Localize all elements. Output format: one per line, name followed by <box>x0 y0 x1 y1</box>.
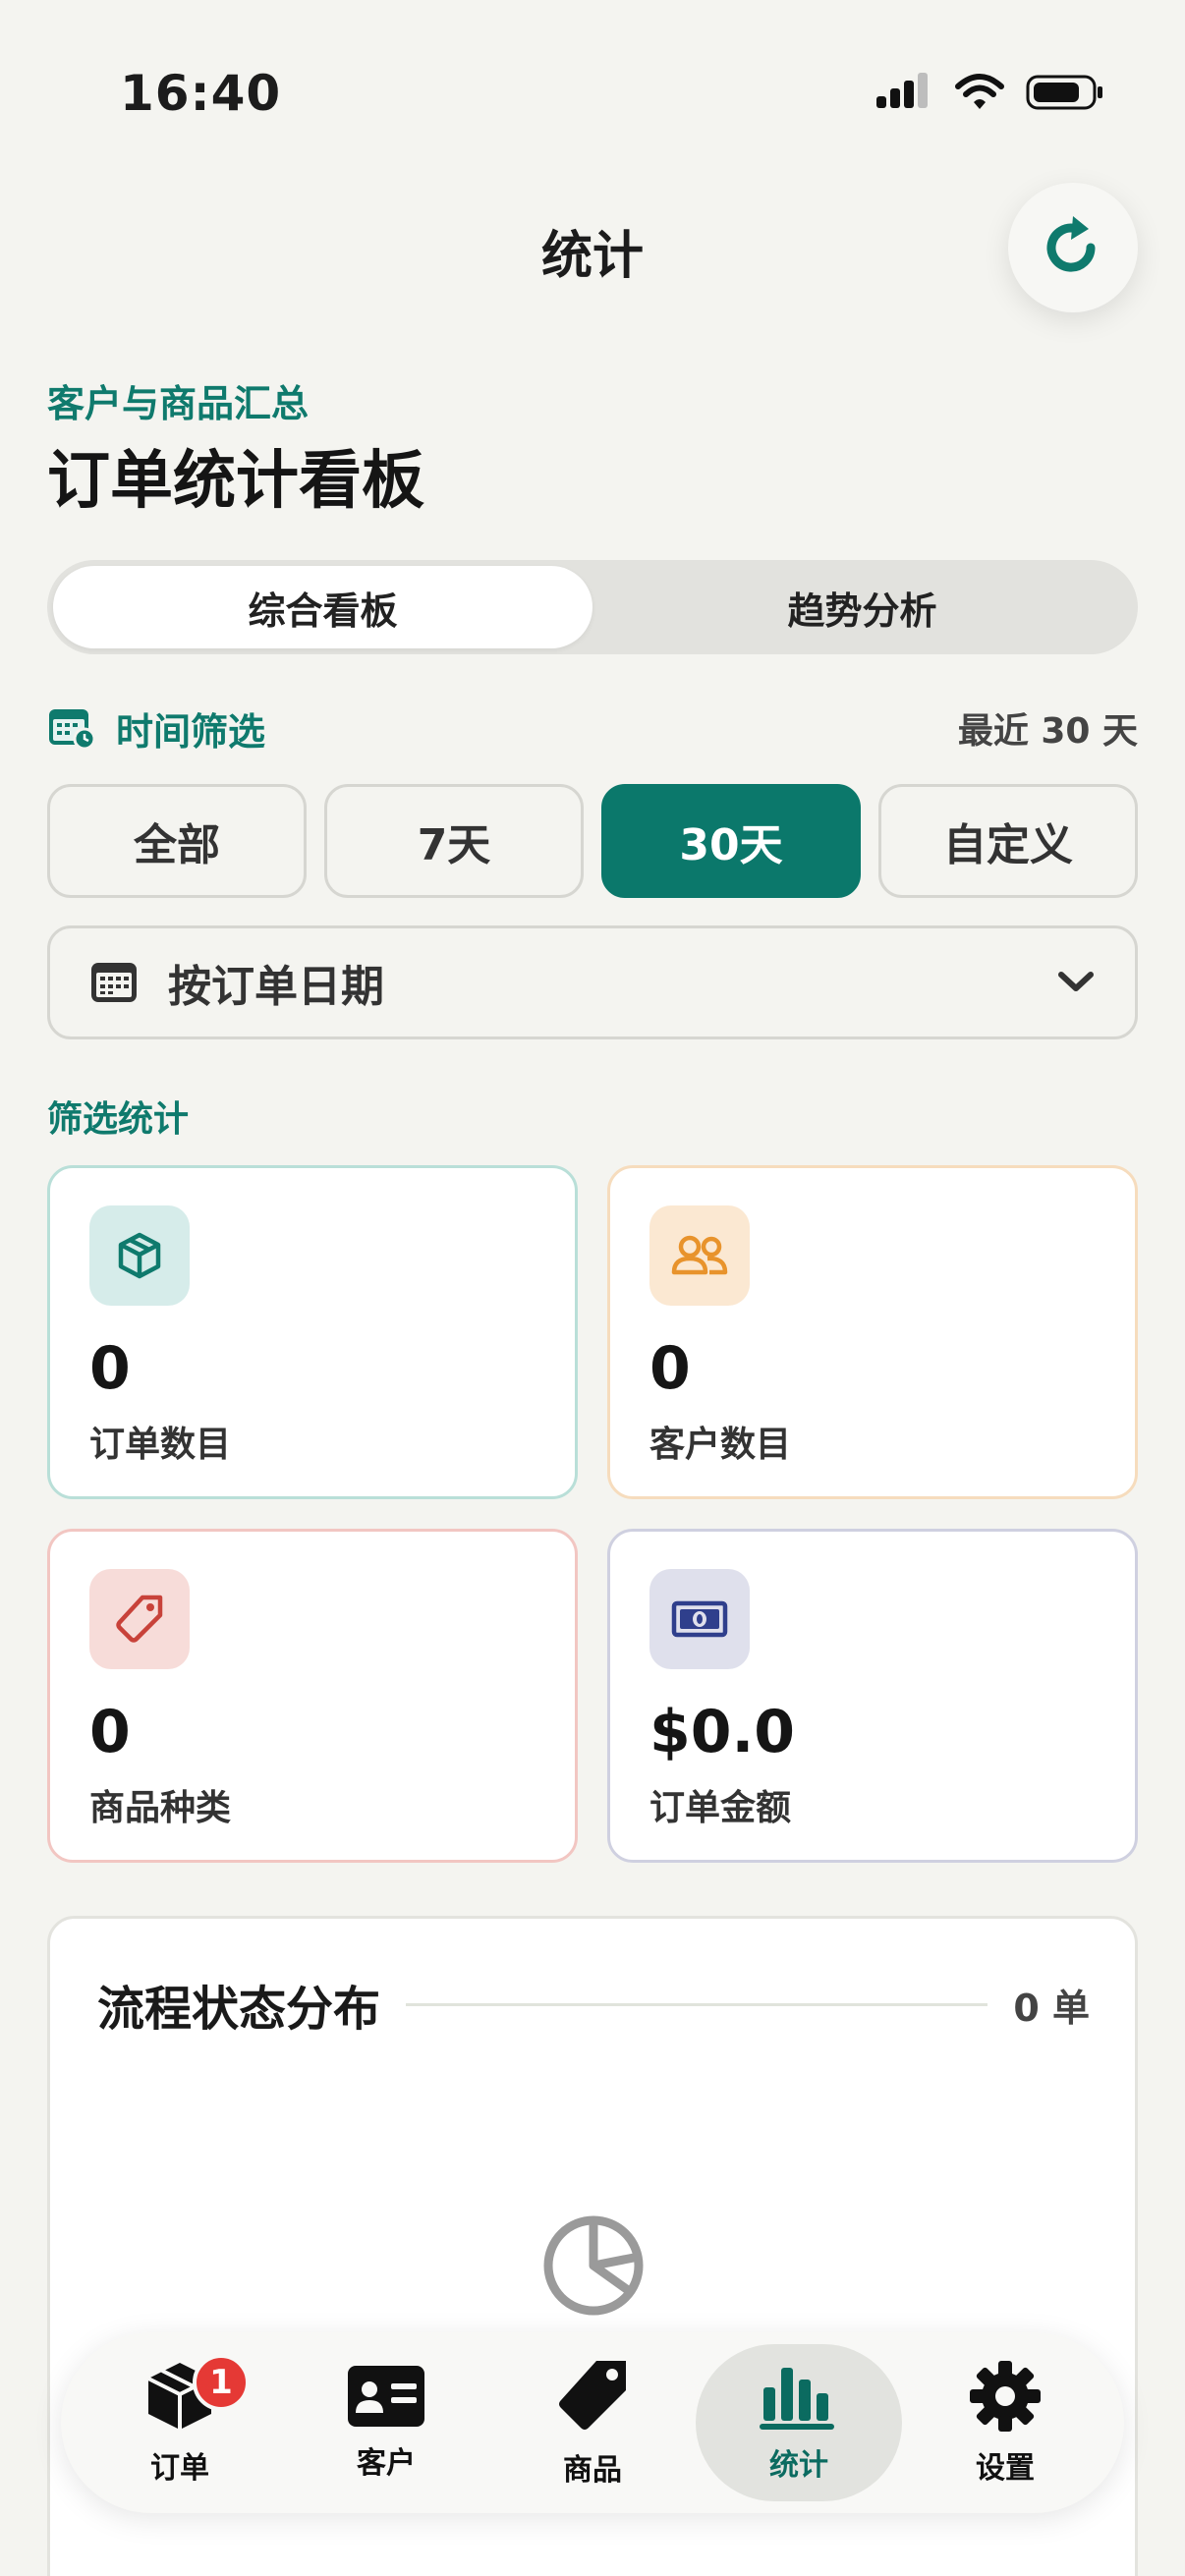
customers-count-value: 0 <box>649 1334 691 1403</box>
stat-card-products: 0 商品种类 <box>47 1529 578 1863</box>
tag-icon <box>89 1569 190 1669</box>
page-title: 订单统计看板 <box>47 445 424 518</box>
calendar-icon <box>91 963 137 1002</box>
time-filter-header: 时间筛选 最近 30 天 <box>47 703 1138 754</box>
time-range-chips: 全部 7天 30天 自定义 <box>47 784 1138 898</box>
amount-value: $0.0 <box>649 1698 796 1766</box>
pie-chart-icon <box>543 2215 644 2316</box>
bar-chart-icon <box>760 2368 834 2430</box>
orders-badge: 1 <box>193 2354 250 2411</box>
box-icon <box>89 1205 190 1306</box>
tab-settings-label: 设置 <box>976 2451 1035 2486</box>
stats-section-label: 筛选统计 <box>47 1099 190 1140</box>
wifi-icon <box>955 74 1004 109</box>
tab-customers[interactable]: 客户 <box>283 2344 489 2501</box>
distribution-title: 流程状态分布 <box>97 1982 381 2037</box>
tab-customers-label: 客户 <box>357 2446 416 2481</box>
page-subtitle: 客户与商品汇总 <box>47 382 310 425</box>
battery-icon <box>1026 75 1102 110</box>
chip-7-days[interactable]: 7天 <box>324 784 584 898</box>
segment-overview[interactable]: 综合看板 <box>53 566 592 648</box>
refresh-icon <box>1046 216 1096 272</box>
tab-orders-label: 订单 <box>150 2451 209 2486</box>
orders-count-value: 0 <box>89 1334 131 1403</box>
segment-trend[interactable]: 趋势分析 <box>592 566 1132 648</box>
date-mode-value: 按订单日期 <box>168 962 384 1012</box>
products-count-label: 商品种类 <box>89 1788 232 1828</box>
tab-statistics[interactable]: 统计 <box>696 2344 902 2501</box>
gear-icon <box>970 2361 1041 2432</box>
tab-products[interactable]: 商品 <box>489 2344 696 2501</box>
date-mode-select[interactable]: 按订单日期 <box>47 925 1138 1039</box>
chip-custom[interactable]: 自定义 <box>878 784 1138 898</box>
chip-30-days[interactable]: 30天 <box>601 784 861 898</box>
money-icon <box>649 1569 750 1669</box>
amount-label: 订单金额 <box>649 1788 792 1828</box>
stat-card-orders: 0 订单数目 <box>47 1165 578 1499</box>
products-count-value: 0 <box>89 1698 131 1766</box>
tag-icon <box>559 2361 626 2430</box>
stat-card-customers: 0 客户数目 <box>607 1165 1138 1499</box>
status-icons <box>875 73 1104 112</box>
chip-all[interactable]: 全部 <box>47 784 307 898</box>
stat-card-amount: $0.0 订单金额 <box>607 1529 1138 1863</box>
time-range-text: 最近 30 天 <box>957 711 1138 752</box>
contact-card-icon <box>348 2366 424 2427</box>
chevron-down-icon <box>1058 972 1094 991</box>
calendar-clock-icon <box>49 709 96 751</box>
divider <box>406 2002 988 2006</box>
refresh-button[interactable] <box>1008 183 1138 312</box>
time-filter-label: 时间筛选 <box>116 709 266 754</box>
customers-count-label: 客户数目 <box>649 1425 792 1465</box>
tab-statistics-label: 统计 <box>769 2448 828 2483</box>
view-segmented-control: 综合看板 趋势分析 <box>47 560 1138 654</box>
users-icon <box>649 1205 750 1306</box>
distribution-count: 0 单 <box>1013 1986 1090 2030</box>
tab-orders[interactable]: 订单 1 <box>77 2344 283 2501</box>
tab-products-label: 商品 <box>563 2453 622 2488</box>
orders-count-label: 订单数目 <box>89 1425 232 1465</box>
status-time: 16:40 <box>120 65 282 122</box>
tab-settings[interactable]: 设置 <box>902 2344 1108 2501</box>
cellular-signal-icon <box>876 73 928 108</box>
tab-bar: 订单 1 客户 商品 统计 设置 <box>61 2332 1124 2513</box>
